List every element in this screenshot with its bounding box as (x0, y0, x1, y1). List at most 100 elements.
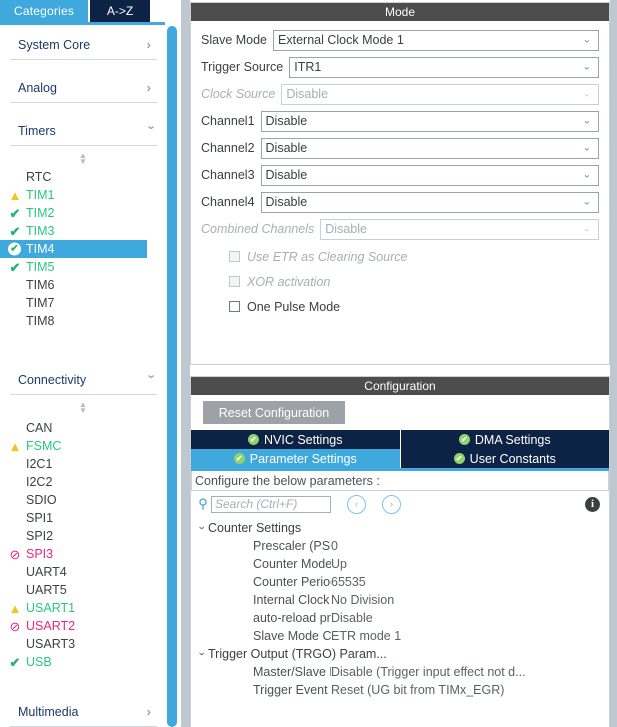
peripheral-item-fsmc[interactable]: ▲ FSMC (0, 437, 167, 455)
mode-field-label: Slave Mode (201, 33, 268, 47)
parameter-name: Counter Period (AutoR... (253, 575, 331, 589)
check-icon: ✔ (9, 205, 21, 221)
reset-configuration-button[interactable]: Reset Configuration (203, 401, 345, 424)
parameter-value[interactable]: 65535 (331, 575, 609, 589)
sidebar-vertical-scrollbar[interactable] (167, 26, 177, 727)
forbidden-icon: ⊘ (9, 546, 21, 562)
tab-parameter-settings[interactable]: ✔ Parameter Settings (191, 449, 401, 468)
peripheral-item-spi3[interactable]: ⊘ SPI3 (0, 545, 167, 563)
peripheral-item-spi1[interactable]: SPI1 (0, 509, 167, 527)
parameter-row[interactable]: Counter Period (AutoR...65535 (191, 573, 609, 591)
peripheral-item-label: RTC (26, 170, 52, 184)
parameter-name: auto-reload preload (253, 611, 331, 625)
mode-field-channel4: Channel4 Disable ⌄ (201, 190, 599, 214)
mode-field-combined-channels: Combined Channels Disable ⌄ (201, 217, 599, 241)
peripheral-item-tim5[interactable]: ✔ TIM5 (0, 258, 167, 276)
peripheral-item-uart4[interactable]: UART4 (0, 563, 167, 581)
parameter-row[interactable]: Trigger Event SelectionReset (UG bit fro… (191, 681, 609, 699)
chevron-down-icon: ⌄ (582, 169, 591, 181)
parameter-row[interactable]: Master/Slave Mode (M...Disable (Trigger … (191, 663, 609, 681)
peripheral-item-tim3[interactable]: ✔ TIM3 (0, 222, 167, 240)
peripheral-item-tim1[interactable]: ▲ TIM1 (0, 186, 167, 204)
peripheral-item-tim4[interactable]: ✔ TIM4 (0, 240, 147, 258)
tab-label: User Constants (469, 451, 556, 466)
parameter-value[interactable]: Reset (UG bit from TIMx_EGR) (331, 683, 609, 697)
mode-checkbox-one-pulse-mode[interactable]: One Pulse Mode (201, 294, 599, 319)
parameter-group-trigger-output-trgo-param-[interactable]: › Trigger Output (TRGO) Param... (191, 645, 609, 663)
parameter-value[interactable]: Up (331, 557, 609, 571)
mode-field-dropdown[interactable]: Disable ⌄ (260, 110, 599, 132)
parameter-value[interactable]: ETR mode 1 (331, 629, 609, 643)
mode-field-dropdown[interactable]: Disable ⌄ (260, 164, 599, 186)
peripheral-item-label: USB (26, 655, 52, 669)
peripheral-item-label: UART5 (26, 583, 67, 597)
mode-field-value: Disable (265, 168, 308, 182)
parameter-row[interactable]: Slave Mode ControllerETR mode 1 (191, 627, 609, 645)
parameter-row[interactable]: Prescaler (PSC - 16 bi...0 (191, 537, 609, 555)
mode-checkbox-label: XOR activation (247, 274, 331, 289)
peripheral-item-usb[interactable]: ✔ USB (0, 653, 167, 671)
tab-user-constants[interactable]: ✔ User Constants (400, 449, 609, 468)
mode-field-dropdown[interactable]: External Clock Mode 1 ⌄ (273, 29, 599, 51)
peripheral-item-i2c1[interactable]: I2C1 (0, 455, 167, 473)
mode-field-dropdown[interactable]: ITR1 ⌄ (289, 56, 599, 78)
search-input[interactable]: Search (Ctrl+F) (211, 495, 331, 513)
sidebar-category-timers[interactable]: Timers › (10, 116, 159, 146)
connectivity-peripheral-list: CAN ▲ FSMC I2C1 I2C2 SDIO SPI1 SPI2 ⊘ SPI3 UART4 UA… (0, 419, 167, 671)
mode-field-channel2: Channel2 Disable ⌄ (201, 136, 599, 160)
tab-nvic-settings[interactable]: ✔ NVIC Settings (191, 430, 401, 449)
parameter-row[interactable]: Counter Mode Up (191, 555, 609, 573)
mode-field-dropdown[interactable]: Disable ⌄ (260, 191, 599, 213)
peripheral-item-label: TIM3 (26, 224, 55, 238)
peripheral-item-tim6[interactable]: TIM6 (0, 276, 167, 294)
mode-field-label: Channel3 (201, 168, 255, 182)
tab-a-to-z[interactable]: A->Z (90, 0, 150, 22)
peripheral-item-usart3[interactable]: USART3 (0, 635, 167, 653)
mode-field-label: Channel4 (201, 195, 255, 209)
checkbox-icon (229, 276, 240, 287)
chevron-down-icon: ⌄ (582, 223, 591, 235)
mode-field-channel1: Channel1 Disable ⌄ (201, 109, 599, 133)
parameter-name: Counter Mode (253, 557, 331, 571)
search-prev-button[interactable]: ‹ (347, 494, 366, 514)
info-icon[interactable]: i (585, 496, 600, 512)
parameter-value[interactable]: 0 (331, 539, 609, 553)
peripheral-item-usart2[interactable]: ⊘ USART2 (0, 617, 167, 635)
sidebar-category-analog[interactable]: Analog › (10, 73, 157, 103)
peripheral-item-tim2[interactable]: ✔ TIM2 (0, 204, 167, 222)
connectivity-list-spinner[interactable]: ▲ ▼ (76, 401, 90, 415)
parameter-value[interactable]: Disable (Trigger input effect not d... (331, 665, 609, 679)
peripheral-item-rtc[interactable]: RTC (0, 168, 167, 186)
right-gutter (610, 0, 617, 727)
parameter-value[interactable]: Disable (331, 611, 609, 625)
peripheral-item-label: USART2 (26, 619, 76, 633)
tab-categories[interactable]: Categories (0, 0, 88, 22)
parameter-value[interactable]: No Division (331, 593, 609, 607)
sidebar-category-system-core[interactable]: System Core › (10, 30, 157, 60)
sidebar-category-connectivity[interactable]: Connectivity › (10, 365, 159, 395)
mode-panel: Mode Slave Mode External Clock Mode 1 ⌄ Tri… (190, 2, 610, 365)
checkbox-icon[interactable] (229, 301, 240, 312)
peripheral-item-i2c2[interactable]: I2C2 (0, 473, 167, 491)
peripheral-item-usart1[interactable]: ▲ USART1 (0, 599, 167, 617)
parameter-row[interactable]: Internal Clock Division...No Division (191, 591, 609, 609)
tab-dma-settings[interactable]: ✔ DMA Settings (400, 430, 609, 449)
sidebar-category-multimedia[interactable]: Multimedia › (10, 697, 157, 727)
peripheral-item-uart5[interactable]: UART5 (0, 581, 167, 599)
peripheral-item-can[interactable]: CAN (0, 419, 167, 437)
mode-field-dropdown[interactable]: Disable ⌄ (260, 137, 599, 159)
timers-list-spinner[interactable]: ▲ ▼ (76, 152, 90, 166)
peripheral-item-spi2[interactable]: SPI2 (0, 527, 167, 545)
search-next-button[interactable]: › (382, 494, 401, 514)
checkbox-icon (229, 251, 240, 262)
tab-a-to-z-label: A->Z (106, 4, 134, 18)
peripheral-item-sdio[interactable]: SDIO (0, 491, 167, 509)
mode-field-value: External Clock Mode 1 (278, 33, 404, 47)
sidebar-category-system-core-label: System Core (18, 37, 91, 52)
peripheral-item-tim8[interactable]: TIM8 (0, 312, 167, 330)
peripheral-item-tim7[interactable]: TIM7 (0, 294, 167, 312)
mode-field-label: Channel1 (201, 114, 255, 128)
parameter-group-counter-settings[interactable]: › Counter Settings (191, 519, 609, 537)
tab-label: DMA Settings (474, 432, 551, 447)
parameter-row[interactable]: auto-reload preloadDisable (191, 609, 609, 627)
